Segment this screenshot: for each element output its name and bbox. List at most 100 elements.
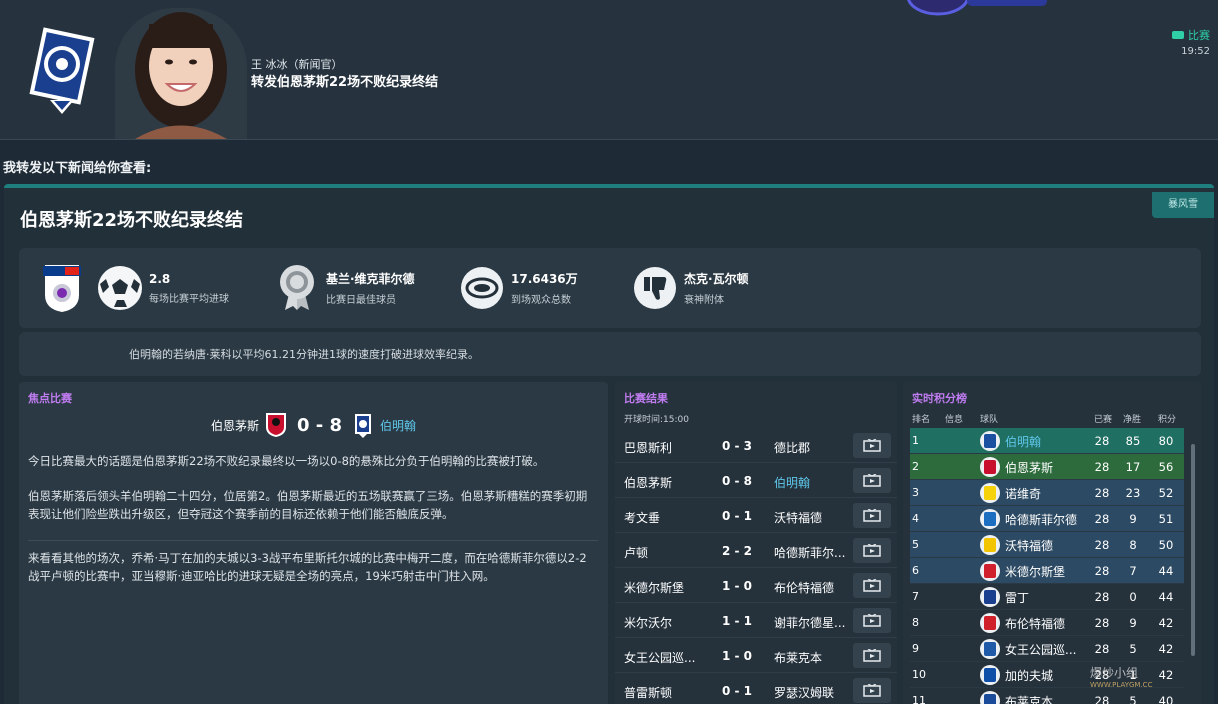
result-away-team[interactable]: 谢菲尔德星...	[774, 614, 854, 631]
award-medal-icon	[272, 263, 322, 313]
team-crest-icon	[980, 431, 1000, 451]
table-goal-difference: 0	[1129, 590, 1137, 604]
result-home-team[interactable]: 考文垂	[624, 509, 714, 526]
match-highlights-button[interactable]	[853, 643, 891, 668]
table-points: 44	[1158, 564, 1174, 578]
result-home-team[interactable]: 巴恩斯利	[624, 439, 714, 456]
match-highlights-button[interactable]	[853, 503, 891, 528]
table-row[interactable]: 7 雷丁 28 0 44	[910, 584, 1184, 610]
results-title: 比赛结果	[624, 392, 668, 405]
result-score: 2 - 2	[721, 544, 753, 558]
team-crest-icon	[980, 665, 1000, 685]
table-played: 28	[1094, 590, 1110, 604]
stat-goals-value: 2.8	[149, 271, 171, 286]
stadium-icon	[457, 263, 507, 313]
table-team-name[interactable]: 加的夫城	[1005, 667, 1087, 684]
result-away-team[interactable]: 德比郡	[774, 439, 854, 456]
focus-home-team[interactable]: 伯恩茅斯	[211, 417, 259, 434]
col-played[interactable]: 已赛	[1094, 412, 1112, 425]
match-highlights-button[interactable]	[853, 678, 891, 703]
col-pos[interactable]: 排名	[912, 412, 930, 425]
team-crest-icon	[980, 535, 1000, 555]
result-away-team[interactable]: 布伦特福德	[774, 579, 854, 596]
table-team-name[interactable]: 伯明翰	[1005, 433, 1087, 450]
stat-player-of-day-label: 比赛日最佳球员	[326, 295, 396, 306]
source-tab[interactable]: 暴风雪	[1152, 192, 1214, 218]
watermark: 爆炒小组 WWW.PLAYGM.CC	[1090, 664, 1152, 689]
table-team-name[interactable]: 布伦特福德	[1005, 615, 1087, 632]
table-row[interactable]: 5 沃特福德 28 8 50	[910, 532, 1184, 558]
table-team-name[interactable]: 布莱克本	[1005, 693, 1087, 704]
match-highlights-button[interactable]	[853, 538, 891, 563]
col-info[interactable]: 信息	[945, 412, 963, 425]
tv-play-icon	[863, 508, 881, 522]
table-played: 28	[1094, 486, 1110, 500]
table-position: 8	[912, 616, 919, 629]
focus-paragraph: 来看看其他的场次，乔希·马丁在加的夫城以3-3战平布里斯托尔城的比赛中梅开二度，…	[28, 540, 598, 585]
club-badge-icon	[907, 0, 1047, 16]
intro-text: 我转发以下新闻给你查看:	[3, 161, 152, 176]
result-row: 考文垂 0 - 1 沃特福德	[615, 498, 897, 533]
stat-jinx-value[interactable]: 杰克·瓦尔顿	[684, 270, 749, 287]
table-position: 6	[912, 564, 919, 577]
result-away-team[interactable]: 布莱克本	[774, 649, 854, 666]
result-home-team[interactable]: 米尔沃尔	[624, 614, 714, 631]
table-team-name[interactable]: 沃特福德	[1005, 537, 1087, 554]
table-position: 9	[912, 642, 919, 655]
stat-player-of-day-value[interactable]: 基兰·维克菲尔德	[326, 270, 415, 287]
card-title: 伯恩茅斯22场不败纪录终结	[20, 210, 244, 231]
table-team-name[interactable]: 雷丁	[1005, 589, 1087, 606]
result-away-team[interactable]: 哈德斯菲尔...	[774, 544, 854, 561]
result-score: 1 - 0	[721, 579, 753, 593]
focus-paragraph: 伯恩茅斯落后领头羊伯明翰二十四分，位居第2。伯恩茅斯最近的五场联赛赢了三场。伯恩…	[28, 489, 588, 521]
result-row: 卢顿 2 - 2 哈德斯菲尔...	[615, 533, 897, 568]
author-name: 王 冰冰（新闻官）	[251, 58, 343, 71]
result-home-team[interactable]: 伯恩茅斯	[624, 474, 714, 491]
table-row[interactable]: 4 哈德斯菲尔德 28 9 51	[910, 506, 1184, 532]
table-goal-difference: 9	[1129, 616, 1137, 630]
result-home-team[interactable]: 米德尔斯堡	[624, 579, 714, 596]
table-row[interactable]: 8 布伦特福德 28 9 42	[910, 610, 1184, 636]
team-crest-icon	[980, 639, 1000, 659]
col-team[interactable]: 球队	[980, 412, 998, 425]
birmingham-mini-crest-icon	[355, 414, 372, 438]
focus-away-team[interactable]: 伯明翰	[380, 417, 416, 434]
table-row[interactable]: 9 女王公园巡... 28 5 42	[910, 636, 1184, 662]
table-row[interactable]: 11 布莱克本 28 5 40	[910, 688, 1184, 704]
result-row: 巴恩斯利 0 - 3 德比郡	[615, 428, 897, 463]
table-position: 2	[912, 460, 919, 473]
result-away-team[interactable]: 罗瑟汉姆联	[774, 684, 854, 701]
news-category: 比赛 19:52	[1172, 24, 1210, 57]
table-goal-difference: 5	[1129, 642, 1137, 656]
table-team-name[interactable]: 哈德斯菲尔德	[1005, 511, 1087, 528]
table-row[interactable]: 6 米德尔斯堡 28 7 44	[910, 558, 1184, 584]
table-team-name[interactable]: 诺维奇	[1005, 485, 1087, 502]
table-row[interactable]: 2 伯恩茅斯 28 17 56	[910, 454, 1184, 480]
col-gd[interactable]: 净胜	[1123, 412, 1141, 425]
tv-play-icon	[863, 648, 881, 662]
match-highlights-button[interactable]	[853, 573, 891, 598]
focus-paragraph: 今日比赛最大的话题是伯恩茅斯22场不败纪录最终以一场以0-8的悬殊比分负于伯明翰…	[28, 454, 545, 468]
table-team-name[interactable]: 伯恩茅斯	[1005, 459, 1087, 476]
result-home-team[interactable]: 普雷斯顿	[624, 684, 714, 701]
table-played: 28	[1094, 564, 1110, 578]
result-home-team[interactable]: 卢顿	[624, 544, 714, 561]
table-row[interactable]: 3 诺维奇 28 23 52	[910, 480, 1184, 506]
result-home-team[interactable]: 女王公园巡...	[624, 649, 714, 666]
result-away-team[interactable]: 沃特福德	[774, 509, 854, 526]
stat-goals: 2.8 每场比赛平均进球	[37, 262, 229, 314]
team-crest-icon	[980, 483, 1000, 503]
table-points: 56	[1158, 460, 1174, 474]
table-team-name[interactable]: 米德尔斯堡	[1005, 563, 1087, 580]
match-highlights-button[interactable]	[853, 433, 891, 458]
table-row[interactable]: 1 伯明翰 28 85 80	[910, 428, 1184, 454]
col-pts[interactable]: 积分	[1158, 412, 1176, 425]
result-away-team[interactable]: 伯明翰	[774, 474, 854, 491]
table-scrollbar[interactable]	[1191, 444, 1195, 656]
result-row: 普雷斯顿 0 - 1 罗瑟汉姆联	[615, 673, 897, 704]
match-highlights-button[interactable]	[853, 468, 891, 493]
match-highlights-button[interactable]	[853, 608, 891, 633]
result-row: 米尔沃尔 1 - 1 谢菲尔德星...	[615, 603, 897, 638]
league-table-panel: 实时积分榜 排名 信息 球队 已赛 净胜 积分 1 伯明翰 28 85 80 2 伯恩茅斯 2…	[903, 382, 1201, 704]
table-team-name[interactable]: 女王公园巡...	[1005, 641, 1087, 658]
